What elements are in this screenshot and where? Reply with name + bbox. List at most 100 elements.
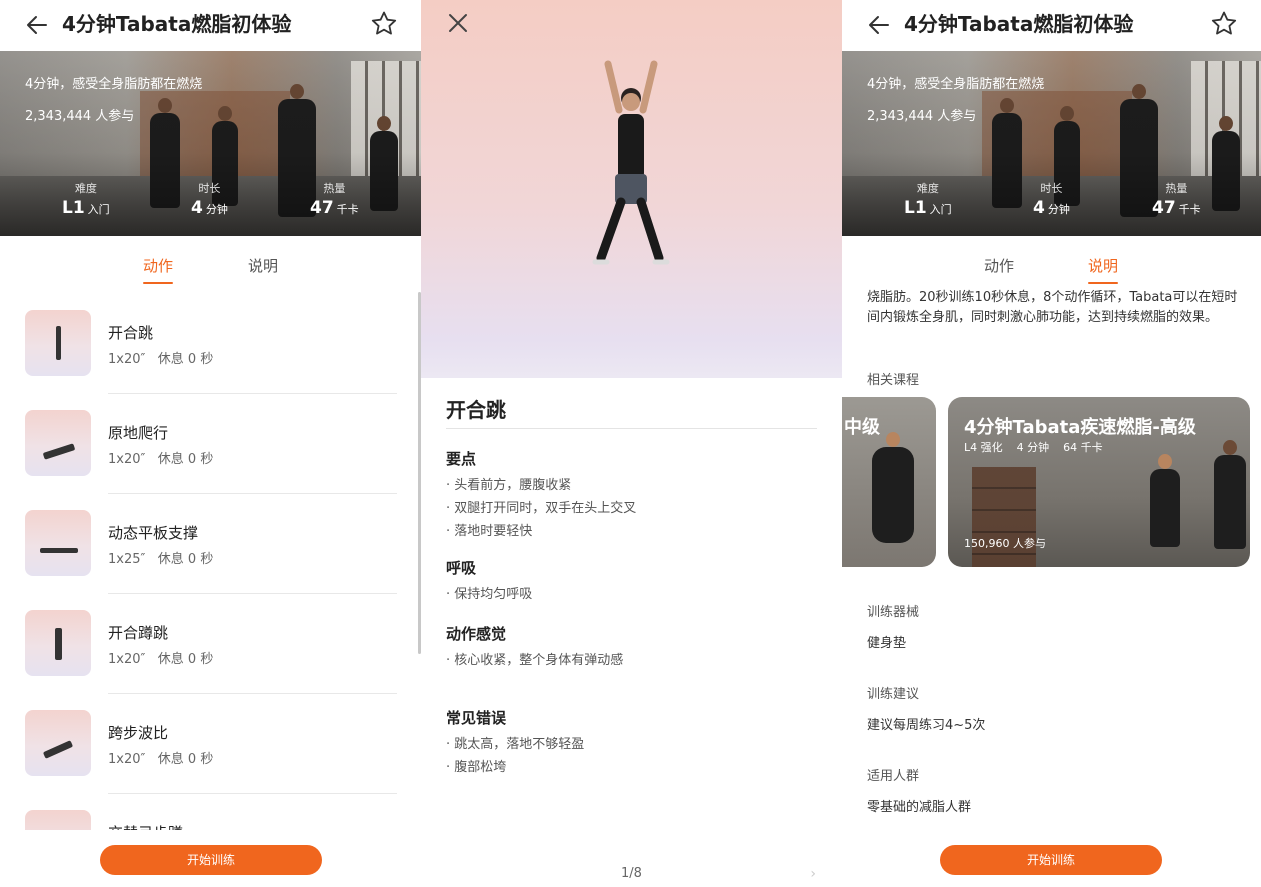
- top-bar: 4分钟Tabata燃脂初体验: [0, 0, 421, 50]
- stat-value: L1: [904, 198, 927, 218]
- calories-stat: 热量 47 千卡: [310, 180, 359, 218]
- start-training-button[interactable]: 开始训练: [940, 845, 1162, 875]
- exercise-thumbnail: [25, 810, 91, 830]
- active-tab-indicator: [1088, 282, 1119, 284]
- stat-unit: 入门: [929, 203, 952, 216]
- content-tabs: 动作 说明: [842, 250, 1261, 286]
- exercise-list: 开合跳 1x20″ 休息 0 秒 原地爬行 1x20″ 休息 0 秒 动态平板支…: [0, 300, 421, 830]
- exercise-item[interactable]: 交替弓步蹲: [25, 800, 397, 830]
- info-value: 零基础的减脂人群: [867, 800, 972, 815]
- section-heading: 要点: [446, 450, 477, 468]
- exercise-item[interactable]: 跨步波比 1x20″ 休息 0 秒: [25, 700, 397, 800]
- related-course-participants: 150,960 人参与: [964, 537, 1046, 550]
- page-title: 4分钟Tabata燃脂初体验: [904, 12, 1134, 36]
- related-course-title: 中级: [844, 417, 880, 438]
- favorite-star-icon[interactable]: [1209, 9, 1239, 39]
- related-course-meta: L4 强化 4 分钟 64 千卡: [964, 439, 1117, 455]
- info-label: 训练建议: [867, 687, 920, 702]
- exercise-duration: 1x20″: [108, 352, 146, 367]
- tab-label: 说明: [248, 257, 279, 275]
- equipment-info: 训练器械 健身垫: [867, 601, 919, 651]
- stat-unit: 千卡: [336, 203, 359, 216]
- related-courses-label: 相关课程: [867, 373, 920, 388]
- exercise-duration: 1x20″: [108, 452, 146, 467]
- section-item: · 腹部松垮: [446, 760, 507, 775]
- tab-description[interactable]: 说明: [1088, 255, 1119, 284]
- course-hero-banner: 4分钟，感受全身脂肪都在燃烧 2,343,444 人参与 难度 L1 入门 时长 …: [842, 51, 1261, 236]
- mistakes-section: 常见错误 · 跳太高，落地不够轻盈 · 腹部松垮: [446, 707, 584, 779]
- exercise-thumbnail: [25, 510, 91, 576]
- stat-label: 热量: [323, 182, 346, 195]
- section-item: · 核心收紧，整个身体有弹动感: [446, 653, 624, 668]
- exercise-rest: 休息 0 秒: [157, 752, 214, 767]
- duration-stat: 时长 4 分钟: [1033, 180, 1070, 218]
- related-course-card[interactable]: 中级: [842, 397, 936, 567]
- stat-unit: 入门: [87, 203, 110, 216]
- stat-value: 47: [310, 198, 334, 218]
- exercise-detail-screen: 开合跳 要点 · 头看前方，腰腹收紧 · 双腿打开同时，双手在头上交叉 · 落地…: [421, 0, 842, 887]
- tab-description[interactable]: 说明: [248, 255, 278, 276]
- exercise-item[interactable]: 开合蹲跳 1x20″ 休息 0 秒: [25, 600, 397, 700]
- next-page-chevron-icon[interactable]: ›: [810, 866, 816, 882]
- exercise-item[interactable]: 动态平板支撑 1x25″ 休息 0 秒: [25, 500, 397, 600]
- stat-value: 4: [191, 198, 203, 218]
- training-advice-info: 训练建议 建议每周练习4~5次: [867, 683, 985, 733]
- stat-label: 时长: [198, 182, 221, 195]
- participant-count: 2,343,444 人参与: [25, 109, 135, 124]
- active-tab-indicator: [143, 282, 174, 284]
- exercise-rest: 休息 0 秒: [157, 352, 214, 367]
- course-duration: 4 分钟: [1016, 441, 1050, 454]
- tab-actions[interactable]: 动作: [984, 255, 1014, 276]
- storage-shelf-decor: [972, 467, 1036, 567]
- tips-section: 要点 · 头看前方，腰腹收紧 · 双腿打开同时，双手在头上交叉 · 落地时要轻快: [446, 448, 636, 543]
- exercise-video[interactable]: [421, 0, 842, 378]
- course-actions-screen: 4分钟Tabata燃脂初体验 4分钟，感受全身脂肪都在燃烧 2,343,444 …: [0, 0, 421, 887]
- stat-label: 时长: [1040, 182, 1063, 195]
- exercise-thumbnail: [25, 610, 91, 676]
- exercise-rest: 休息 0 秒: [157, 452, 214, 467]
- exercise-item[interactable]: 开合跳 1x20″ 休息 0 秒: [25, 300, 397, 400]
- start-training-button[interactable]: 开始训练: [100, 845, 322, 875]
- exercise-name: 原地爬行: [108, 424, 169, 442]
- section-heading: 动作感觉: [446, 625, 507, 643]
- info-label: 训练器械: [867, 605, 920, 620]
- related-course-card[interactable]: 4分钟Tabata疾速燃脂-高级 L4 强化 4 分钟 64 千卡 150,960 …: [948, 397, 1250, 567]
- exercise-title: 开合跳: [446, 398, 506, 422]
- stat-label: 难度: [74, 182, 97, 195]
- stat-label: 热量: [1165, 182, 1188, 195]
- trainer-figure: [872, 432, 914, 543]
- exercise-meta: 1x20″ 休息 0 秒: [108, 748, 213, 767]
- back-arrow-icon[interactable]: [22, 10, 52, 40]
- course-subtitle: 4分钟，感受全身脂肪都在燃烧: [867, 77, 1045, 92]
- tab-label: 动作: [984, 257, 1015, 275]
- top-bar: 4分钟Tabata燃脂初体验: [842, 0, 1261, 50]
- course-calories: 64 千卡: [1063, 441, 1103, 454]
- exercise-rest: 休息 0 秒: [157, 652, 214, 667]
- exercise-name: 动态平板支撑: [108, 524, 199, 542]
- tab-actions[interactable]: 动作: [143, 255, 174, 284]
- exercise-duration: 1x20″: [108, 652, 146, 667]
- calories-stat: 热量 47 千卡: [1152, 180, 1201, 218]
- content-tabs: 动作 说明: [0, 250, 421, 286]
- favorite-star-icon[interactable]: [369, 9, 399, 39]
- close-icon[interactable]: [445, 10, 471, 36]
- duration-stat: 时长 4 分钟: [191, 180, 228, 218]
- info-label: 适用人群: [867, 769, 920, 784]
- exercise-meta: 1x20″ 休息 0 秒: [108, 648, 213, 667]
- exercise-name: 开合跳: [108, 324, 154, 342]
- section-item: · 落地时要轻快: [446, 524, 533, 539]
- section-item: · 双腿打开同时，双手在头上交叉: [446, 501, 637, 516]
- back-arrow-icon[interactable]: [864, 10, 894, 40]
- tab-label: 动作: [143, 257, 174, 275]
- section-heading: 呼吸: [446, 559, 477, 577]
- stat-unit: 分钟: [1047, 203, 1070, 216]
- difficulty-stat: 难度 L1 入门: [904, 180, 952, 218]
- exercise-item[interactable]: 原地爬行 1x20″ 休息 0 秒: [25, 400, 397, 500]
- section-item: · 头看前方，腰腹收紧: [446, 478, 572, 493]
- stat-value: 4: [1033, 198, 1045, 218]
- info-value: 健身垫: [867, 636, 907, 651]
- feeling-section: 动作感觉 · 核心收紧，整个身体有弹动感: [446, 623, 623, 672]
- exercise-meta: 1x20″ 休息 0 秒: [108, 348, 213, 367]
- stat-unit: 千卡: [1178, 203, 1201, 216]
- target-audience-info: 适用人群 零基础的减脂人群: [867, 765, 971, 815]
